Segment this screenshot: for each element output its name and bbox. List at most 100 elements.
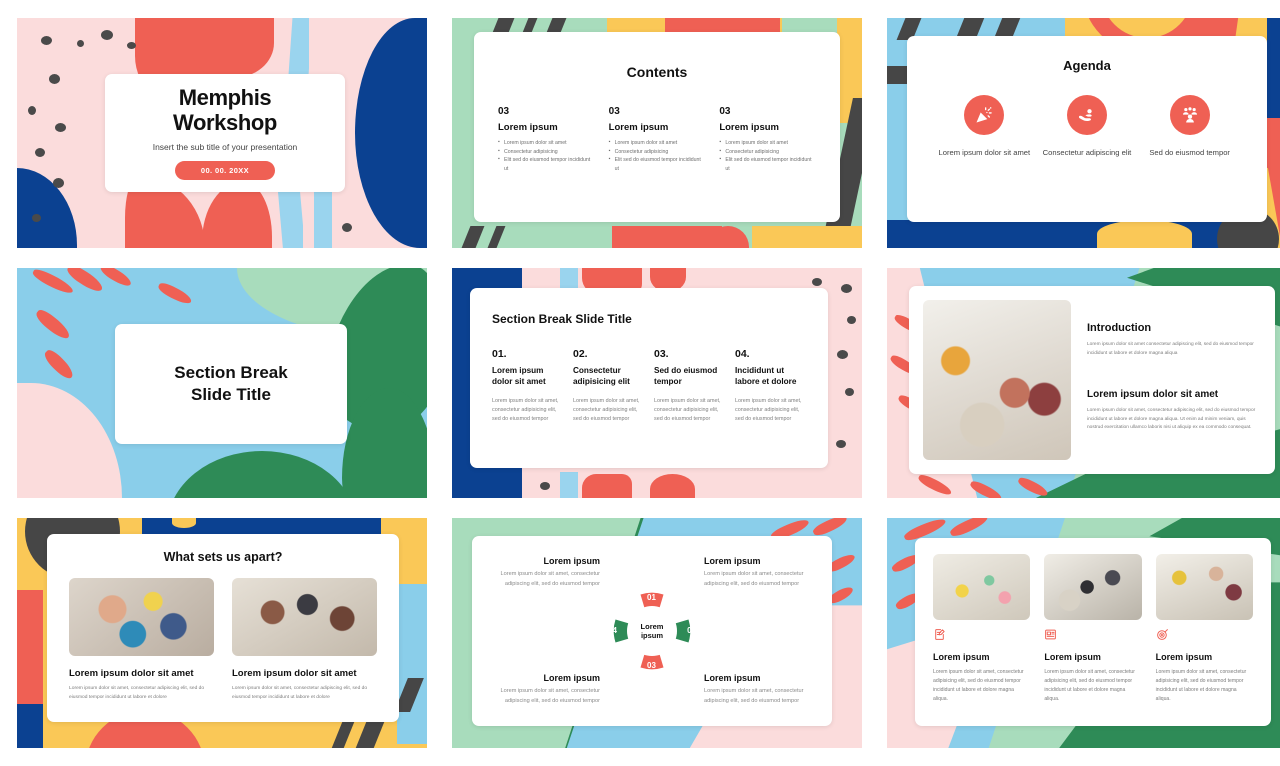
- charts-desk-photo: [1155, 554, 1253, 620]
- feature-body: Lorem ipsum dolor sit amet, consectetur …: [232, 686, 368, 700]
- workshop-participants-photo: [923, 300, 1071, 460]
- date-badge[interactable]: 00. 00. 20XX: [174, 161, 276, 181]
- segment-number: 01: [647, 593, 656, 602]
- column-label: Consectetur adipisicing elit: [573, 366, 630, 387]
- team-floor-meeting-photo: [232, 578, 377, 656]
- slide-section-break-detail[interactable]: Section Break Slide Title 01. Lorem ipsu…: [452, 268, 862, 498]
- donut-center-label: Lorem ipsum: [627, 606, 677, 656]
- bullet-item: Lorem ipsum dolor sit amet: [498, 138, 595, 148]
- info-card-body: Lorem ipsum dolor sit amet, consectetur …: [1044, 669, 1135, 702]
- wireframe-desk-photo: [1044, 554, 1142, 620]
- feature-card[interactable]: Lorem ipsum dolor sit amet Lorem ipsum d…: [69, 578, 214, 702]
- cycle-callout: Lorem ipsum Lorem ipsum dolor sit amet, …: [704, 556, 814, 589]
- slide-title[interactable]: Memphis Workshop Insert the sub title of …: [17, 18, 427, 248]
- feature-body: Lorem ipsum dolor sit amet, consectetur …: [69, 686, 205, 700]
- hand-holding-person-icon: [1066, 95, 1107, 135]
- contents-card: Contents 03 Lorem ipsum Lorem ipsum dolo…: [474, 32, 840, 222]
- agenda-item[interactable]: Consectetur adipiscing elit: [1036, 95, 1138, 158]
- callout-title: Lorem ipsum: [704, 673, 761, 683]
- info-card[interactable]: Lorem ipsum Lorem ipsum dolor sit amet, …: [1044, 554, 1142, 704]
- section-detail-column: 03. Sed do eiusmod tempor Lorem ipsum do…: [654, 348, 725, 424]
- column-label: Lorem ipsum dolor sit amet: [492, 366, 546, 387]
- info-card[interactable]: Lorem ipsum Lorem ipsum dolor sit amet, …: [1155, 554, 1253, 704]
- feature-title: Lorem ipsum dolor sit amet: [69, 668, 194, 679]
- introduction-subbody: Lorem ipsum dolor sit amet, consectetur …: [1087, 407, 1256, 431]
- column-label: Incididunt ut labore et dolore: [735, 366, 797, 387]
- cycle-diagram-card: Lorem ipsum Lorem ipsum dolor sit amet, …: [472, 536, 832, 726]
- slide-section-break[interactable]: Section Break Slide Title: [17, 268, 427, 498]
- agenda-item[interactable]: Sed do eiusmod tempor: [1139, 95, 1241, 158]
- contents-column: 03 Lorem ipsum Lorem ipsum dolor sit ame…: [719, 106, 816, 173]
- slide-three-cards[interactable]: Lorem ipsum Lorem ipsum dolor sit amet, …: [887, 518, 1280, 748]
- bullet-item: Elit sed do eiusmod tempor incididunt ut: [609, 155, 706, 173]
- document-pen-icon: [933, 628, 1030, 646]
- callout-title: Lorem ipsum: [704, 556, 761, 566]
- section-detail-column: 02. Consectetur adipisicing elit Lorem i…: [573, 348, 644, 424]
- bullet-item: Consectetur adipisicing: [498, 147, 595, 157]
- introduction-heading: Introduction: [1087, 322, 1152, 334]
- column-label: Lorem ipsum: [719, 122, 779, 133]
- cycle-callout: Lorem ipsum Lorem ipsum dolor sit amet, …: [704, 673, 814, 706]
- section-detail-heading: Section Break Slide Title: [492, 312, 632, 326]
- info-card-body: Lorem ipsum dolor sit amet, consectetur …: [1155, 669, 1247, 702]
- title-card: Memphis Workshop Insert the sub title of …: [105, 74, 345, 192]
- section-break-card: Section Break Slide Title: [115, 324, 347, 444]
- agenda-item[interactable]: Lorem ipsum dolor sit amet: [934, 95, 1036, 158]
- introduction-subheading: Lorem ipsum dolor sit amet: [1087, 388, 1219, 400]
- slide-cycle-diagram[interactable]: Lorem ipsum Lorem ipsum dolor sit amet, …: [452, 518, 862, 748]
- callout-body: Lorem ipsum dolor sit amet, consectetur …: [500, 571, 601, 587]
- page-title: Memphis Workshop: [173, 84, 277, 135]
- segment-number: 04: [608, 626, 617, 635]
- column-bullets: Lorem ipsum dolor sit amet Consectetur a…: [609, 138, 706, 173]
- callout-body: Lorem ipsum dolor sit amet, consectetur …: [704, 571, 804, 587]
- info-card-title: Lorem ipsum: [1044, 652, 1101, 662]
- callout-body: Lorem ipsum dolor sit amet, consectetur …: [704, 688, 804, 704]
- bullet-item: Lorem ipsum dolor sit amet: [719, 138, 816, 148]
- agenda-item-label: Consectetur adipiscing elit: [1042, 148, 1132, 157]
- feature-title: Lorem ipsum dolor sit amet: [232, 668, 357, 679]
- slide-contents[interactable]: Contents 03 Lorem ipsum Lorem ipsum dolo…: [452, 18, 862, 248]
- segment-number: 03: [647, 661, 656, 670]
- bullet-item: Lorem ipsum dolor sit amet: [609, 138, 706, 148]
- callout-body: Lorem ipsum dolor sit amet, consectetur …: [500, 688, 601, 704]
- target-icon: [1156, 628, 1253, 646]
- cycle-layout: Lorem ipsum Lorem ipsum dolor sit amet, …: [490, 554, 814, 708]
- contents-heading: Contents: [626, 64, 688, 80]
- column-bullets: Lorem ipsum dolor sit amet Consectetur a…: [498, 138, 595, 173]
- subtitle: Insert the sub title of your presentatio…: [152, 142, 298, 153]
- bullet-item: Consectetur adipisicing: [719, 147, 816, 157]
- section-detail-columns: 01. Lorem ipsum dolor sit amet Lorem ips…: [492, 348, 806, 424]
- confetti-icon: [964, 95, 1005, 135]
- slide-introduction[interactable]: Introduction Lorem ipsum dolor sit amet …: [887, 268, 1280, 498]
- section-break-title: Section Break Slide Title: [174, 362, 288, 404]
- agenda-item-label: Sed do eiusmod tempor: [1149, 148, 1230, 157]
- sticky-notes-desk-photo: [933, 554, 1031, 620]
- what-sets-us-apart-heading: What sets us apart?: [163, 550, 283, 564]
- info-card-title: Lorem ipsum: [1155, 652, 1213, 662]
- agenda-heading: Agenda: [1063, 58, 1111, 73]
- column-label: Lorem ipsum: [498, 122, 558, 133]
- column-body: Lorem ipsum dolor sit amet, consectetur …: [654, 398, 721, 422]
- feature-cards: Lorem ipsum dolor sit amet Lorem ipsum d…: [69, 578, 377, 702]
- column-body: Lorem ipsum dolor sit amet, consectetur …: [735, 398, 802, 422]
- contents-column: 03 Lorem ipsum Lorem ipsum dolor sit ame…: [498, 106, 595, 173]
- column-number: 03: [719, 106, 731, 117]
- slide-thumbnail-grid: Memphis Workshop Insert the sub title of …: [0, 0, 1280, 766]
- column-number: 04.: [735, 348, 750, 360]
- hands-circle-photo: [69, 578, 214, 656]
- callout-title: Lorem ipsum: [543, 673, 600, 683]
- slide-agenda[interactable]: Agenda Lorem ipsum dolor sit amet Consec…: [887, 18, 1280, 248]
- slide-what-sets-us-apart[interactable]: What sets us apart? Lorem ipsum dolor si…: [17, 518, 427, 748]
- section-detail-card: Section Break Slide Title 01. Lorem ipsu…: [470, 288, 828, 468]
- info-card[interactable]: Lorem ipsum Lorem ipsum dolor sit amet, …: [933, 554, 1031, 704]
- callout-title: Lorem ipsum: [543, 556, 600, 566]
- column-number: 02.: [573, 348, 588, 360]
- agenda-items: Lorem ipsum dolor sit amet Consectetur a…: [933, 95, 1241, 158]
- feature-card[interactable]: Lorem ipsum dolor sit amet Lorem ipsum d…: [232, 578, 377, 702]
- bullet-item: Consectetur adipisicing: [609, 147, 706, 157]
- column-number: 03: [608, 106, 620, 117]
- column-body: Lorem ipsum dolor sit amet, consectetur …: [492, 398, 559, 422]
- people-group-icon: [1169, 95, 1210, 135]
- cycle-callouts-right: Lorem ipsum Lorem ipsum dolor sit amet, …: [704, 556, 814, 706]
- info-card-body: Lorem ipsum dolor sit amet, consectetur …: [933, 669, 1024, 702]
